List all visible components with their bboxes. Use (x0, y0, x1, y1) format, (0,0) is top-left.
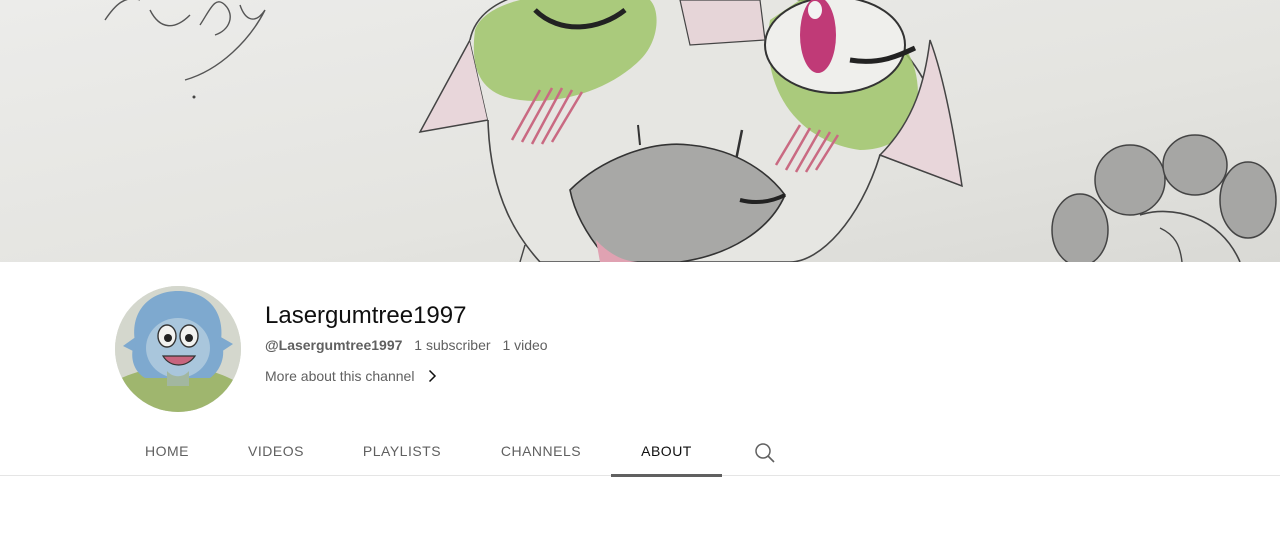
more-about-channel-link[interactable]: More about this channel (265, 366, 440, 386)
subscriber-count: 1 subscriber (414, 337, 491, 353)
chevron-right-icon (424, 368, 440, 384)
channel-tabs: HOME VIDEOS PLAYLISTS CHANNELS ABOUT (0, 428, 1280, 477)
tab-videos[interactable]: VIDEOS (235, 428, 317, 476)
tab-home[interactable]: HOME (130, 428, 204, 476)
tab-about[interactable]: ABOUT (611, 428, 722, 477)
channel-handle: @Lasergumtree1997 (265, 337, 403, 353)
channel-meta: @Lasergumtree1997 1 subscriber 1 video (265, 336, 548, 354)
search-icon[interactable] (752, 440, 778, 466)
channel-banner (0, 0, 1280, 262)
tab-channels[interactable]: CHANNELS (486, 428, 596, 476)
channel-avatar[interactable] (115, 286, 241, 412)
channel-name: Lasergumtree1997 (265, 302, 467, 329)
tab-playlists[interactable]: PLAYLISTS (348, 428, 456, 476)
more-about-channel-label: More about this channel (265, 368, 415, 384)
video-count: 1 video (502, 337, 548, 353)
